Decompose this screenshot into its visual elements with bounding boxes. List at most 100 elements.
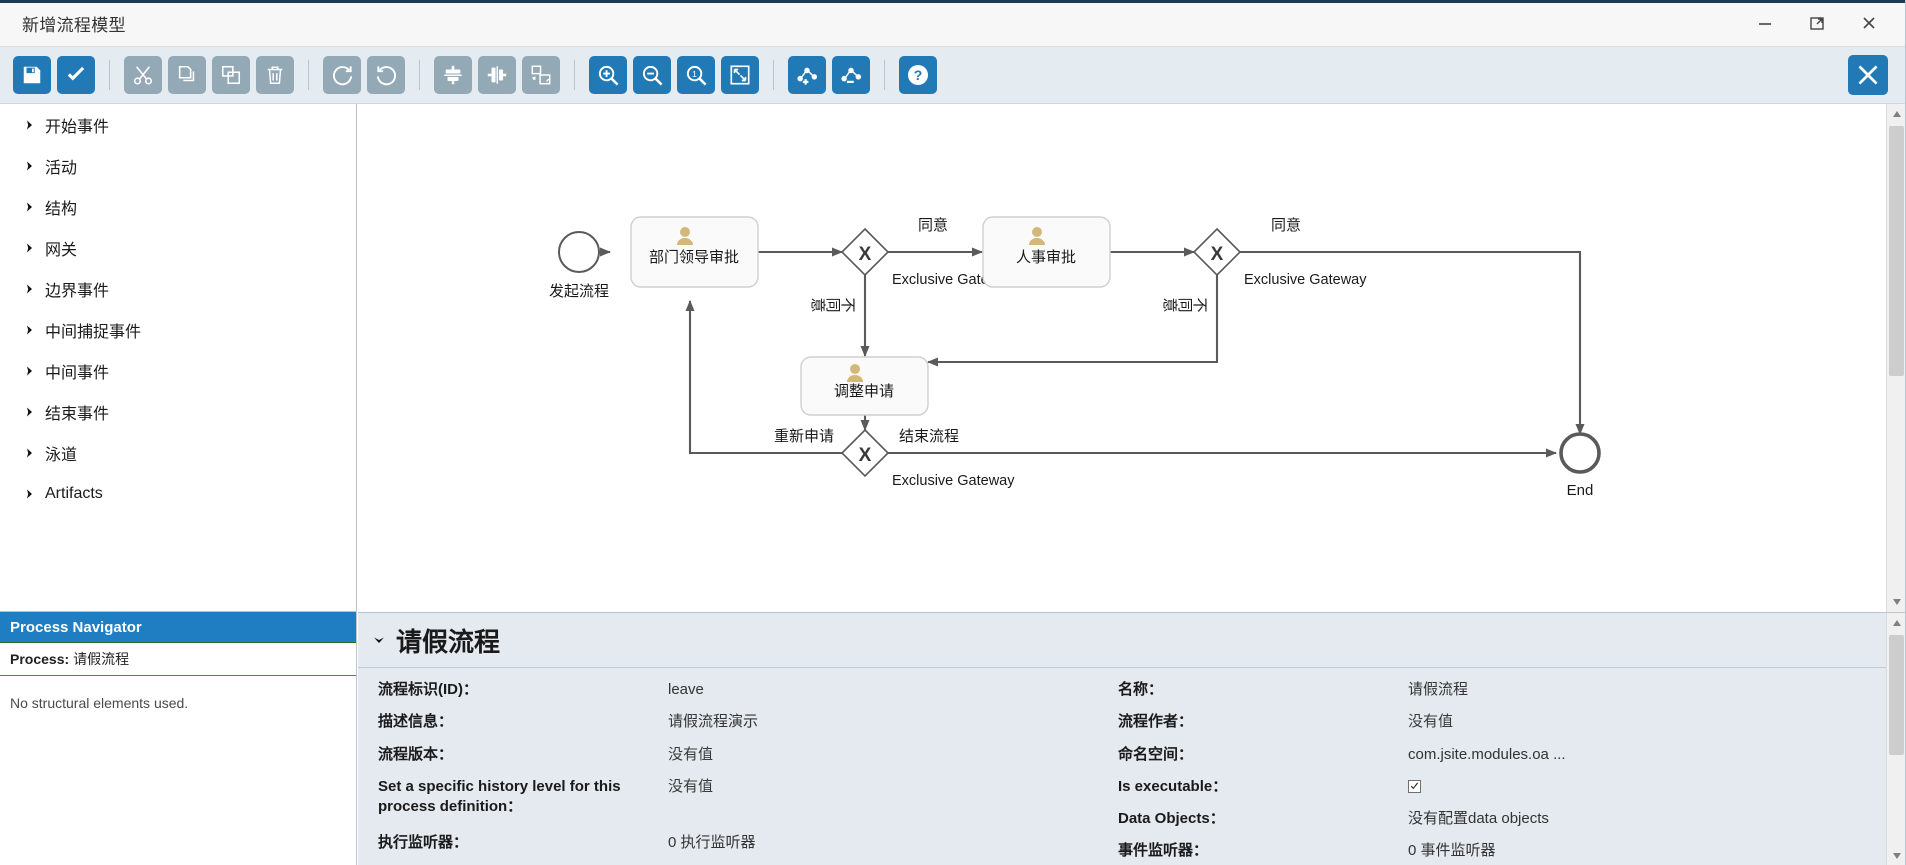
properties-title: 请假流程 xyxy=(396,626,501,657)
end-event[interactable] xyxy=(1559,432,1601,474)
process-navigator-header: Process Navigator xyxy=(0,612,356,643)
properties-scrollbar-thumb[interactable] xyxy=(1889,635,1904,755)
property-label: 名称： xyxy=(1118,681,1164,698)
property-value[interactable]: com.jsite.modules.oa ... xyxy=(1408,745,1566,765)
palette-item-activities[interactable]: 活动 xyxy=(0,145,356,186)
same-size-button[interactable] xyxy=(522,56,560,94)
properties-body: 流程标识(ID)： leave 描述信息： 请假流程演示 流程版本： 没有值 S… xyxy=(358,668,1906,865)
properties-panel: 请假流程 流程标识(ID)： leave 描述信息： 请假流程演示 流程版本： … xyxy=(358,612,1906,865)
bpmn-svg: 发起流程 部门领导审批 X Exclusive Gateway 同意 不同意 人… xyxy=(549,216,1601,499)
chevron-right-icon xyxy=(24,160,36,172)
property-value[interactable]: 请假流程 xyxy=(1408,680,1468,700)
palette-item-end-events[interactable]: 结束事件 xyxy=(0,391,356,432)
cut-button[interactable] xyxy=(124,56,162,94)
chevron-right-icon xyxy=(24,283,36,295)
zoom-out-button[interactable] xyxy=(633,56,671,94)
zoom-in-button[interactable] xyxy=(589,56,627,94)
svg-text:1: 1 xyxy=(692,69,697,79)
window-controls xyxy=(1752,10,1906,36)
zoom-actual-button[interactable]: 1 xyxy=(677,56,715,94)
close-icon[interactable] xyxy=(1856,10,1882,36)
palette-item-label: 开始事件 xyxy=(45,118,110,136)
flow-label-finish: 结束流程 xyxy=(899,428,959,445)
gateway-node-3[interactable]: X xyxy=(840,428,890,478)
task-node-2[interactable]: 人事审批 xyxy=(982,216,1111,288)
canvas-vertical-scrollbar[interactable] xyxy=(1886,104,1906,612)
scroll-down-icon[interactable] xyxy=(1887,846,1906,865)
chevron-right-icon xyxy=(24,242,36,254)
minimize-icon[interactable] xyxy=(1752,10,1778,36)
property-row: 命名空间： com.jsite.modules.oa ... xyxy=(1118,745,1878,765)
property-value[interactable]: 没有值 xyxy=(1408,712,1453,732)
scroll-up-icon[interactable] xyxy=(1887,104,1906,124)
chevron-right-icon xyxy=(24,406,36,418)
scroll-up-icon[interactable] xyxy=(1887,613,1906,633)
task-node-3[interactable]: 调整申请 xyxy=(800,356,929,416)
undo-button[interactable] xyxy=(367,56,405,94)
task-label: 调整申请 xyxy=(834,383,894,400)
properties-vertical-scrollbar[interactable] xyxy=(1886,613,1906,865)
palette-item-start-events[interactable]: 开始事件 xyxy=(0,104,356,145)
close-editor-button[interactable] xyxy=(1848,55,1888,95)
property-value[interactable]: 没有配置data objects xyxy=(1408,809,1549,829)
property-row: 流程标识(ID)： leave xyxy=(378,680,1138,700)
redo-button[interactable] xyxy=(323,56,361,94)
property-row: 事件监听器： 0 事件监听器 xyxy=(1118,841,1878,861)
palette-item-boundary-events[interactable]: 边界事件 xyxy=(0,268,356,309)
palette-item-intermediate-events[interactable]: 中间事件 xyxy=(0,350,356,391)
palette-item-label: 结束事件 xyxy=(45,405,110,423)
palette-item-structures[interactable]: 结构 xyxy=(0,186,356,227)
toolbar-separator xyxy=(884,60,885,90)
flow-label-agree2: 同意 xyxy=(1271,216,1301,234)
svg-text:?: ? xyxy=(914,67,923,83)
window-top-stripe xyxy=(0,0,1906,3)
property-row: 流程版本： 没有值 xyxy=(378,745,1138,765)
save-button[interactable] xyxy=(13,56,51,94)
task-node-1[interactable]: 部门领导审批 xyxy=(630,216,759,288)
palette-item-label: 中间事件 xyxy=(45,364,110,382)
palette-item-artifacts[interactable]: Artifacts xyxy=(0,473,356,514)
property-value[interactable]: 0 执行监听器 xyxy=(668,833,756,853)
copy-button[interactable] xyxy=(168,56,206,94)
palette-item-label: 中间捕捉事件 xyxy=(45,323,142,341)
property-label: 流程标识(ID)： xyxy=(378,681,478,698)
gateway-node-2[interactable]: X xyxy=(1192,227,1242,277)
trash-icon[interactable] xyxy=(256,56,294,94)
align-vertical-button[interactable] xyxy=(434,56,472,94)
property-row: 流程作者： 没有值 xyxy=(1118,712,1878,732)
property-value[interactable]: 0 事件监听器 xyxy=(1408,841,1496,861)
palette-item-label: 泳道 xyxy=(45,446,78,464)
bpmn-diagram[interactable]: 发起流程 部门领导审批 X Exclusive Gateway 同意 不同意 人… xyxy=(358,104,1886,592)
palette-item-intermediate-catching-events[interactable]: 中间捕捉事件 xyxy=(0,309,356,350)
paste-button[interactable] xyxy=(212,56,250,94)
remove-bendpoint-button[interactable] xyxy=(832,56,870,94)
maximize-icon[interactable] xyxy=(1804,10,1830,36)
palette-item-label: 边界事件 xyxy=(45,282,110,300)
add-bendpoint-button[interactable] xyxy=(788,56,826,94)
property-value[interactable]: 请假流程演示 xyxy=(668,712,758,732)
chevron-right-icon xyxy=(24,447,36,459)
align-horizontal-button[interactable] xyxy=(478,56,516,94)
property-value[interactable]: 没有值 xyxy=(668,745,713,765)
gateway-node-1[interactable]: X xyxy=(840,227,890,277)
canvas-scrollbar-thumb[interactable] xyxy=(1889,126,1904,376)
palette-item-swimlanes[interactable]: 泳道 xyxy=(0,432,356,473)
navigator-process-row[interactable]: Process: 请假流程 xyxy=(0,643,356,676)
properties-header[interactable]: 请假流程 xyxy=(358,613,1906,668)
toolbar-separator xyxy=(308,60,309,90)
is-executable-checkbox[interactable] xyxy=(1408,779,1421,793)
palette-item-gateways[interactable]: 网关 xyxy=(0,227,356,268)
scroll-down-icon[interactable] xyxy=(1887,592,1906,612)
diagram-canvas[interactable]: 发起流程 部门领导审批 X Exclusive Gateway 同意 不同意 人… xyxy=(358,104,1906,612)
start-event[interactable] xyxy=(558,231,600,273)
property-value[interactable]: leave xyxy=(668,680,704,700)
properties-right-column: 名称： 请假流程 流程作者： 没有值 命名空间： com.jsite.modul… xyxy=(1118,680,1878,865)
validate-button[interactable] xyxy=(57,56,95,94)
help-button[interactable]: ? xyxy=(899,56,937,94)
navigator-process-label: Process: xyxy=(10,651,70,667)
property-value[interactable]: 没有值 xyxy=(668,777,713,797)
zoom-fit-button[interactable] xyxy=(721,56,759,94)
chevron-down-icon[interactable] xyxy=(372,633,386,647)
task-label: 人事审批 xyxy=(1016,249,1076,266)
toolbar: 1 ? xyxy=(0,47,1906,104)
